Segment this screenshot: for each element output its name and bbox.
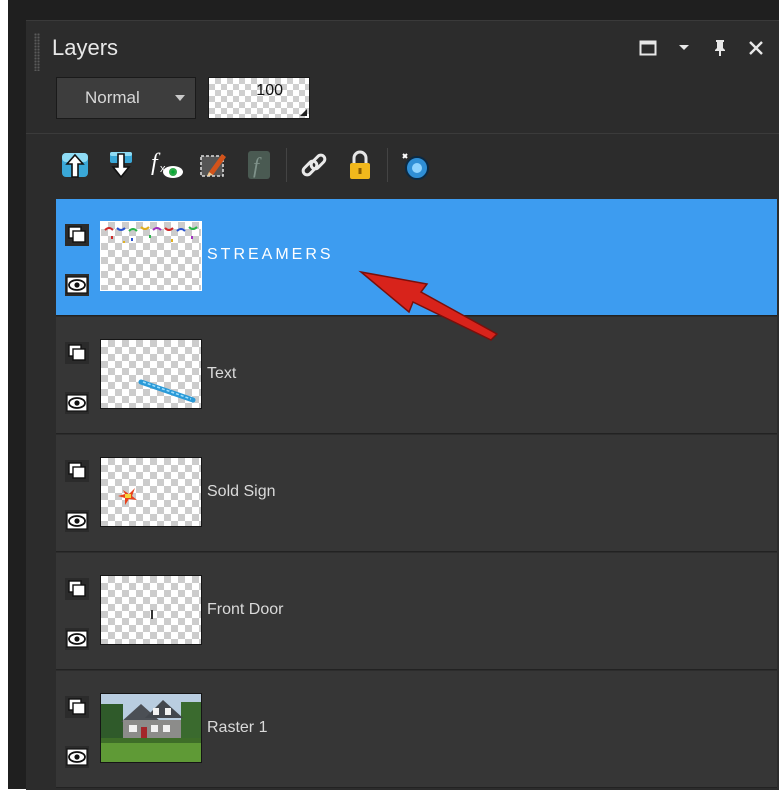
blend-mode-dropdown[interactable]: Normal <box>56 77 196 119</box>
layer-thumbnail <box>100 575 202 645</box>
new-mask-icon[interactable] <box>392 143 438 187</box>
layer-name: Front Door <box>207 601 284 618</box>
close-icon[interactable] <box>745 37 767 59</box>
layer-type-icon[interactable] <box>64 695 90 724</box>
toolbar-separator <box>286 148 287 182</box>
layer-name: STREAMERS <box>207 246 334 263</box>
panel-grip[interactable] <box>34 33 40 71</box>
layer-name: Sold Sign <box>207 483 276 500</box>
layers-panel: Layers Normal 100 f x f STREAMERS Text S… <box>26 20 779 790</box>
move-layer-up-icon[interactable] <box>52 143 98 187</box>
layer-thumbnail <box>100 339 202 409</box>
script-icon[interactable]: f <box>236 143 282 187</box>
dropdown-icon[interactable] <box>673 37 695 59</box>
layer-thumbnail <box>100 221 202 291</box>
pin-icon[interactable] <box>709 37 731 59</box>
maximize-icon[interactable] <box>637 37 659 59</box>
lock-icon[interactable] <box>337 143 383 187</box>
toolbar-separator <box>387 148 388 182</box>
layer-thumbnail <box>100 693 202 763</box>
layer-effects-icon[interactable]: f x <box>144 143 190 187</box>
layer-thumbnail <box>100 457 202 527</box>
layer-name: Raster 1 <box>207 719 268 736</box>
link-icon[interactable] <box>291 143 337 187</box>
eye-icon[interactable] <box>64 745 90 774</box>
layer-type-icon[interactable] <box>64 459 90 488</box>
layer-type-icon[interactable] <box>64 223 90 252</box>
eye-icon[interactable] <box>64 273 90 302</box>
move-layer-down-icon[interactable] <box>98 143 144 187</box>
opacity-slider-handle[interactable] <box>300 109 307 116</box>
eye-icon[interactable] <box>64 627 90 656</box>
toolbar-divider <box>26 133 779 134</box>
eye-icon[interactable] <box>64 391 90 420</box>
opacity-value: 100 <box>256 82 283 99</box>
opacity-field[interactable]: 100 <box>208 77 310 119</box>
layer-type-icon[interactable] <box>64 341 90 370</box>
layer-row-sold-sign[interactable]: Sold Sign <box>56 435 777 552</box>
panel-title: Layers <box>52 35 119 60</box>
layer-row-raster-1[interactable]: Raster 1 <box>56 671 777 788</box>
eye-icon[interactable] <box>64 509 90 538</box>
blend-mode-value: Normal <box>85 88 140 107</box>
layer-type-icon[interactable] <box>64 577 90 606</box>
layer-row-front-door[interactable]: Front Door <box>56 553 777 670</box>
edit-selection-icon[interactable] <box>190 143 236 187</box>
panel-title-controls <box>637 37 767 59</box>
layer-toolbar: f x f <box>52 143 438 187</box>
annotation-arrow-icon <box>358 270 499 341</box>
layer-name: Text <box>207 365 237 382</box>
chevron-down-icon <box>175 95 185 101</box>
